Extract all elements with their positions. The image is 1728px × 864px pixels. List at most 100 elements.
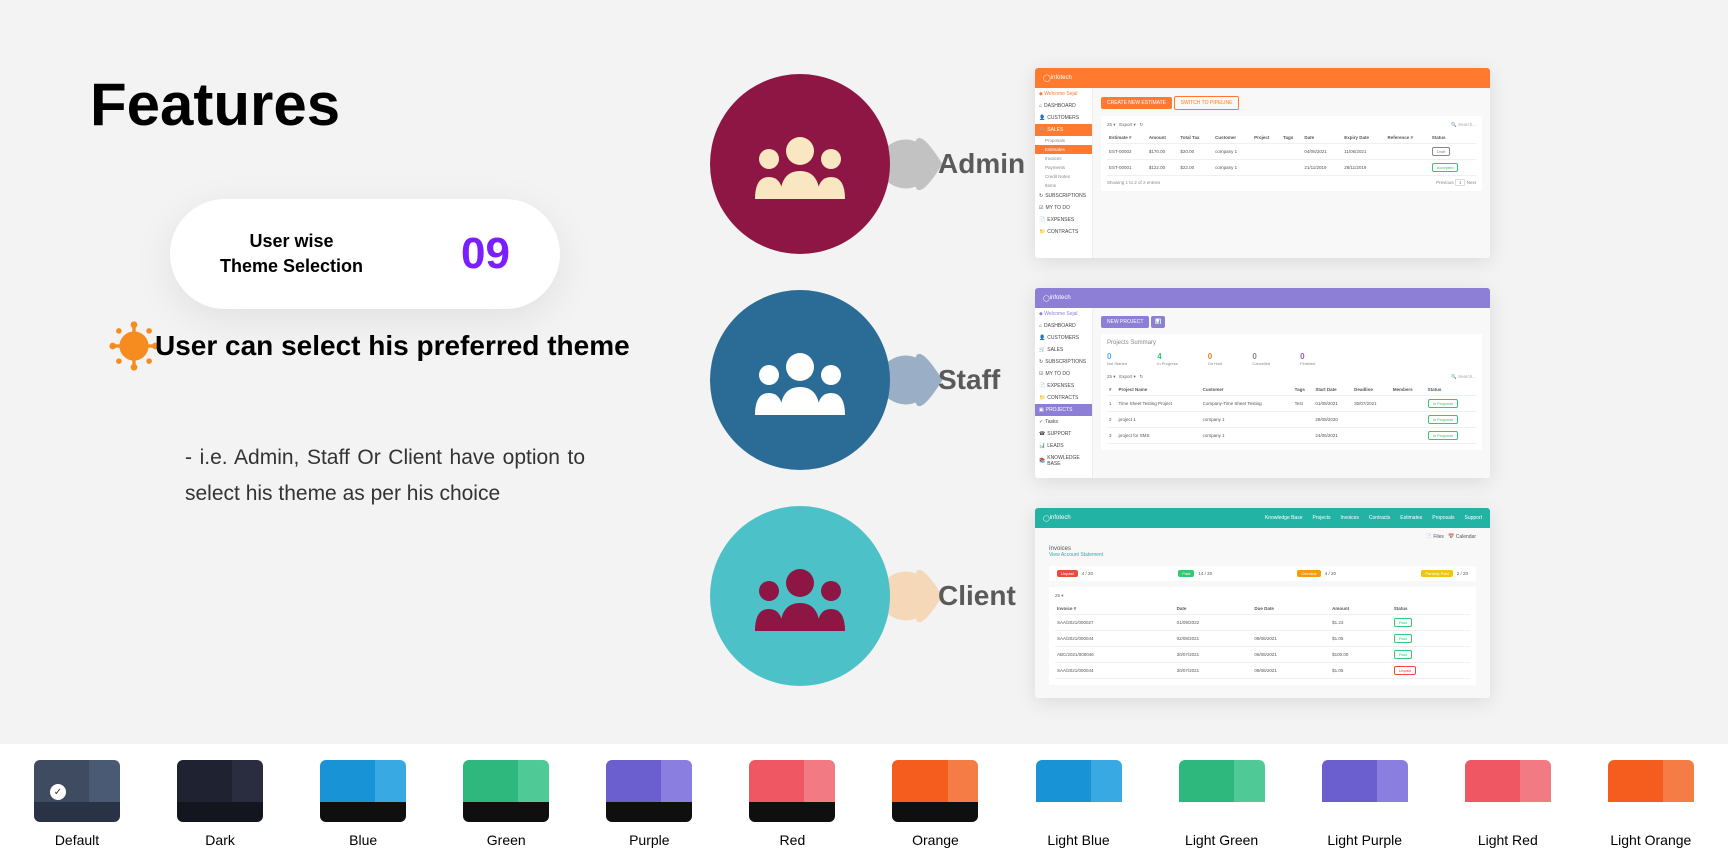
nav-expenses: 📄 EXPENSES bbox=[1035, 380, 1092, 392]
feature-pill-text: User wise Theme Selection bbox=[220, 229, 363, 279]
theme-purple[interactable]: Purple bbox=[606, 760, 692, 848]
welcome-text: ◆ Welcome Sejal bbox=[1035, 88, 1092, 100]
theme-label: Red bbox=[780, 832, 806, 848]
theme-light-purple[interactable]: Light Purple bbox=[1322, 760, 1408, 848]
nav-customers: 👤 CUSTOMERS bbox=[1035, 332, 1092, 344]
nav-contracts: 📁 CONTRACTS bbox=[1035, 226, 1092, 238]
role-client: Client bbox=[710, 506, 1016, 686]
theme-label: Orange bbox=[912, 832, 959, 848]
people-icon bbox=[745, 345, 855, 415]
theme-swatch bbox=[892, 760, 978, 822]
nav-sales: 🛒 SALES bbox=[1035, 344, 1092, 356]
role-admin: Admin bbox=[710, 74, 1025, 254]
nav-proposals: Proposals bbox=[1035, 136, 1092, 145]
create-estimate-button: CREATE NEW ESTIMATE bbox=[1101, 97, 1172, 109]
theme-swatch bbox=[1036, 760, 1122, 822]
nav-expenses: 📄 EXPENSES bbox=[1035, 214, 1092, 226]
theme-blue[interactable]: Blue bbox=[320, 760, 406, 848]
role-circle-icon bbox=[710, 290, 890, 470]
pill-line2: Theme Selection bbox=[220, 256, 363, 276]
admin-table-footer: Showing 1 to 2 of 2 entries bbox=[1107, 180, 1160, 185]
staff-table: #Project NameCustomerTagsStart DateDeadl… bbox=[1107, 384, 1476, 444]
welcome-text: ◆ Welcome Sejal bbox=[1035, 308, 1092, 320]
nav-leads: 📊 LEADS bbox=[1035, 440, 1092, 452]
theme-label: Light Orange bbox=[1610, 832, 1691, 848]
nav-projects: ▣ PROJECTS bbox=[1035, 404, 1092, 416]
feature-number: 09 bbox=[461, 229, 510, 279]
files-tab: 📄 Files bbox=[1426, 534, 1444, 540]
nav-dashboard: ⌂ DASHBOARD bbox=[1035, 320, 1092, 332]
people-icon bbox=[745, 561, 855, 631]
theme-swatch: ✓ bbox=[34, 760, 120, 822]
role-label: Admin bbox=[938, 148, 1025, 180]
theme-light-red[interactable]: Light Red bbox=[1465, 760, 1551, 848]
role-staff: Staff bbox=[710, 290, 1000, 470]
people-icon bbox=[745, 129, 855, 199]
theme-swatch bbox=[463, 760, 549, 822]
theme-red[interactable]: Red bbox=[749, 760, 835, 848]
screenshot-admin: ◯ infotech ◆ Welcome Sejal ⌂ DASHBOARD 👤… bbox=[1035, 68, 1490, 258]
nav-todo: ☑ MY TO DO bbox=[1035, 202, 1092, 214]
role-label: Staff bbox=[938, 364, 1000, 396]
left-section: Features User wise Theme Selection 09 bbox=[90, 70, 640, 309]
client-main: 📄 Files 📅 Calendar Invoices View Account… bbox=[1035, 528, 1490, 698]
feature-pill: User wise Theme Selection 09 bbox=[170, 199, 560, 309]
nav-todo: ☑ MY TO DO bbox=[1035, 368, 1092, 380]
theme-label: Light Blue bbox=[1047, 832, 1109, 848]
theme-label: Default bbox=[55, 832, 99, 848]
nav-estimates: Estimates bbox=[1035, 145, 1092, 154]
admin-header: ◯ infotech bbox=[1035, 68, 1490, 88]
theme-light-blue[interactable]: Light Blue bbox=[1036, 760, 1122, 848]
status-bar: Unpaid4 / 20Paid14 / 20Overdue4 / 20Part… bbox=[1057, 570, 1468, 577]
nav-invoices: Invoices bbox=[1035, 154, 1092, 163]
check-icon: ✓ bbox=[50, 784, 66, 800]
theme-swatch bbox=[606, 760, 692, 822]
theme-label: Blue bbox=[349, 832, 377, 848]
nav-creditnotes: Credit Notes bbox=[1035, 172, 1092, 181]
page-title: Features bbox=[90, 70, 640, 139]
theme-swatch bbox=[1322, 760, 1408, 822]
theme-label: Dark bbox=[205, 832, 235, 848]
client-brand: infotech bbox=[1050, 515, 1071, 521]
staff-header: ◯ infotech bbox=[1035, 288, 1490, 308]
theme-swatch bbox=[749, 760, 835, 822]
subtitle: User can select his preferred theme bbox=[155, 326, 630, 365]
summary-title: Projects Summary bbox=[1107, 340, 1476, 346]
nav-sales: 🛒 SALES bbox=[1035, 124, 1092, 136]
admin-brand: infotech bbox=[1051, 75, 1072, 81]
theme-label: Purple bbox=[629, 832, 669, 848]
theme-default[interactable]: ✓ Default bbox=[34, 760, 120, 848]
nav-dashboard: ⌂ DASHBOARD bbox=[1035, 100, 1092, 112]
staff-brand: infotech bbox=[1050, 295, 1071, 301]
nav-kb: 📚 KNOWLEDGE BASE bbox=[1035, 452, 1092, 470]
theme-label: Light Red bbox=[1478, 832, 1538, 848]
virus-icon bbox=[106, 318, 162, 374]
theme-light-orange[interactable]: Light Orange bbox=[1608, 760, 1694, 848]
theme-swatch-row: ✓ Default Dark Blue Green Purple bbox=[0, 744, 1728, 864]
theme-label: Light Purple bbox=[1327, 832, 1402, 848]
calendar-tab: 📅 Calendar bbox=[1448, 534, 1476, 540]
search-placeholder: Search... bbox=[1458, 122, 1476, 127]
nav-subscriptions: ↻ SUBSCRIPTIONS bbox=[1035, 190, 1092, 202]
admin-main: CREATE NEW ESTIMATE SWITCH TO PIPELINE 2… bbox=[1093, 88, 1490, 258]
theme-label: Green bbox=[487, 832, 526, 848]
theme-swatch bbox=[320, 760, 406, 822]
theme-swatch bbox=[1608, 760, 1694, 822]
role-circle-icon bbox=[710, 74, 890, 254]
new-project-button: NEW PROJECT bbox=[1101, 316, 1149, 328]
admin-table: Estimate #AmountTotal TaxCustomerProject… bbox=[1107, 132, 1476, 176]
theme-green[interactable]: Green bbox=[463, 760, 549, 848]
chart-icon: 📊 bbox=[1151, 316, 1165, 328]
nav-contracts: 📁 CONTRACTS bbox=[1035, 392, 1092, 404]
client-subheading: View Account Statement bbox=[1049, 552, 1476, 558]
theme-orange[interactable]: Orange bbox=[892, 760, 978, 848]
nav-support: ☎ SUPPORT bbox=[1035, 428, 1092, 440]
pill-line1: User wise bbox=[249, 231, 333, 251]
theme-swatch bbox=[1465, 760, 1551, 822]
theme-dark[interactable]: Dark bbox=[177, 760, 263, 848]
role-label: Client bbox=[938, 580, 1016, 612]
nav-items: Items bbox=[1035, 181, 1092, 190]
theme-swatch bbox=[1179, 760, 1265, 822]
theme-swatch bbox=[177, 760, 263, 822]
theme-light-green[interactable]: Light Green bbox=[1179, 760, 1265, 848]
